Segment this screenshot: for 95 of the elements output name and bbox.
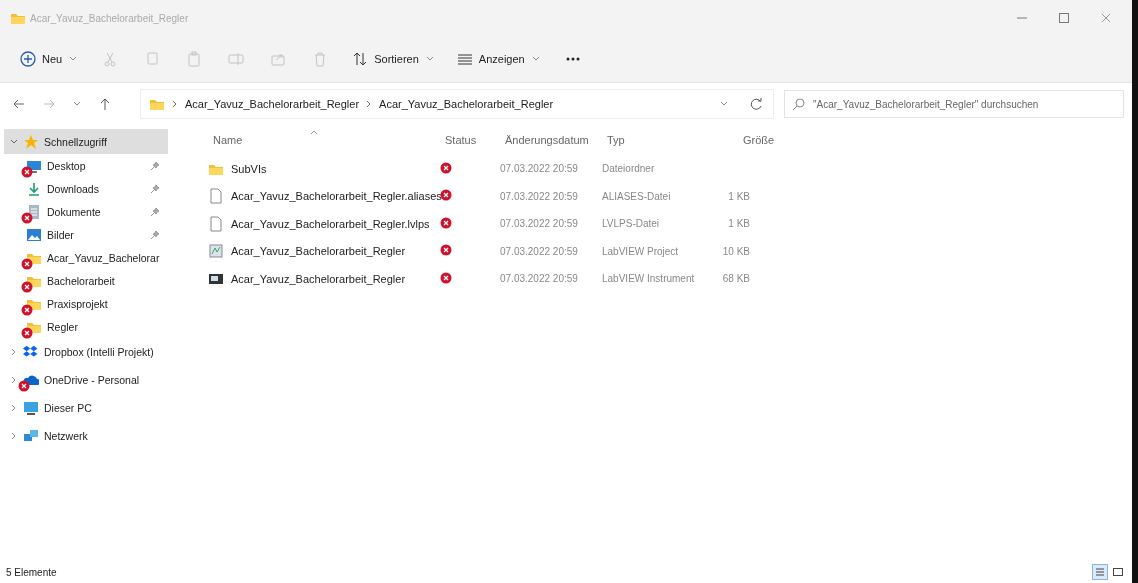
file-row[interactable]: Acar_Yavuz_Bachelorarbeit_Regler.lvlps 07.03.2022 20:59 LVLPS-Datei 1 KB [208, 210, 1132, 238]
picture-icon [26, 227, 42, 243]
error-icon [21, 258, 33, 270]
forward-icon[interactable] [42, 97, 56, 111]
file-type: LVLPS-Datei [602, 218, 661, 230]
sort-button[interactable]: Sortieren [344, 45, 443, 73]
file-name: Acar_Yavuz_Bachelorarbeit_Regler [231, 272, 406, 285]
refresh-icon[interactable] [749, 97, 763, 111]
pin-icon [150, 230, 160, 240]
search-icon [792, 97, 806, 111]
network-icon [23, 427, 39, 444]
error-icon [21, 166, 33, 178]
column-header[interactable]: Typ [607, 134, 707, 146]
sidebar-item[interactable]: Netzwerk [4, 423, 168, 448]
column-header[interactable]: Größe [707, 134, 791, 146]
download-icon [26, 181, 42, 197]
sidebar-item[interactable]: Downloads [4, 178, 168, 200]
item-count: 5 Elemente [6, 566, 57, 578]
collapse-chevron-icon [10, 431, 18, 440]
modified-date: 07.03.2022 20:59 [500, 163, 579, 175]
error-icon [21, 327, 33, 339]
pin-icon [150, 184, 160, 194]
file-name: Acar_Yavuz_Bachelorarbeit_Regler [231, 245, 406, 258]
file-type: ALIASES-Datei [602, 190, 672, 202]
sort-icon [352, 51, 369, 67]
sidebar-item[interactable]: Bilder [4, 224, 168, 246]
rename-icon [228, 51, 245, 67]
star-icon [23, 133, 39, 150]
modified-date: 07.03.2022 20:59 [500, 218, 579, 230]
error-icon [21, 212, 33, 224]
file-name: Acar_Yavuz_Bachelorarbeit_Regler.lvlps [231, 217, 430, 230]
collapse-chevron-icon [10, 375, 18, 384]
copy-icon [144, 51, 161, 67]
list-icon [1094, 566, 1106, 578]
file-size: 1 KB [728, 190, 750, 202]
search-field[interactable]: "Acar_Yavuz_Bachelorarbeit_Regler" durchsuchen [784, 90, 1124, 118]
tile-icon [1112, 566, 1124, 578]
up-icon[interactable] [98, 97, 112, 111]
file-row[interactable]: SubVIs 07.03.2022 20:59 Dateiordner [208, 155, 1132, 183]
sidebar-item[interactable]: Desktop [4, 155, 168, 177]
file-row[interactable]: Acar_Yavuz_Bachelorarbeit_Regler 07.03.2022 20:59 LabVIEW Project 10 KB [208, 237, 1132, 265]
modified-date: 07.03.2022 20:59 [500, 273, 579, 285]
file-row[interactable]: Acar_Yavuz_Bachelorarbeit_Regler.aliases 07.03.2022 20:59 ALIASES-Datei 1 KB [208, 182, 1132, 210]
sidebar-item[interactable]: Dieser PC [4, 395, 168, 420]
file-name: Acar_Yavuz_Bachelorarbeit_Regler.aliases [231, 190, 442, 203]
column-header[interactable]: Status [445, 134, 505, 146]
chevron-icon [171, 99, 179, 109]
error-icon [21, 304, 33, 316]
monitor-icon [23, 399, 39, 416]
sidebar-item[interactable]: Praxisprojekt [4, 293, 168, 315]
sidebar-item[interactable]: Dropbox (Intelli Projekt) [4, 339, 168, 364]
pin-icon [150, 207, 160, 217]
file-size: 10 KB [722, 245, 750, 257]
pin-icon [150, 161, 160, 171]
view-button[interactable]: Anzeigen [448, 45, 549, 73]
breadcrumb[interactable]: Acar_Yavuz_Bachelorarbeit_Regler [185, 98, 360, 110]
error-icon [21, 281, 33, 293]
new-button[interactable]: Neu [12, 45, 87, 73]
file-type: LabVIEW Instrument [602, 273, 696, 285]
sidebar-item[interactable]: Regler [4, 316, 168, 338]
breadcrumb[interactable]: Acar_Yavuz_Bachelorarbeit_Regler [379, 98, 554, 110]
column-header[interactable]: Änderungsdatum [505, 134, 607, 146]
file-type: Dateiordner [602, 163, 656, 175]
file-type: LabVIEW Project [602, 245, 680, 257]
back-icon[interactable] [12, 97, 26, 111]
collapse-chevron-icon [10, 403, 18, 412]
sidebar-item[interactable]: OneDrive - Personal [4, 367, 168, 392]
scissors-icon [102, 51, 119, 67]
sidebar-item[interactable]: Bachelorarbeit [4, 270, 168, 292]
error-icon [18, 379, 30, 392]
plus-icon [20, 51, 36, 67]
sidebar-item[interactable]: Acar_Yavuz_Bachelorar [4, 247, 168, 269]
column-header[interactable]: Name [208, 134, 445, 146]
maximize-icon[interactable] [1058, 12, 1070, 24]
file-size: 1 KB [728, 218, 750, 230]
modified-date: 07.03.2022 20:59 [500, 245, 579, 257]
project-icon [208, 243, 224, 260]
expand-chevron-icon [10, 137, 18, 146]
dropbox-icon [23, 343, 39, 360]
file-name: SubVIs [231, 162, 267, 175]
modified-date: 07.03.2022 20:59 [500, 190, 579, 202]
close-icon[interactable] [1100, 12, 1112, 24]
file-row[interactable]: Acar_Yavuz_Bachelorarbeit_Regler 07.03.2022 20:59 LabVIEW Instrument 68 KB [208, 265, 1132, 293]
sidebar-item[interactable]: Schnellzugriff [4, 129, 168, 154]
desktop-icon [26, 158, 42, 174]
lines-icon [456, 51, 473, 67]
window-title: Acar_Yavuz_Bachelorarbeit_Regler [30, 12, 189, 24]
file-icon [208, 188, 224, 205]
path-field[interactable]: Acar_Yavuz_Bachelorarbeit_Regler Acar_Yavuz_Bachelorarbeit_Regler [140, 89, 774, 119]
clipboard-icon [186, 51, 203, 67]
file-size: 68 KB [722, 273, 750, 285]
sidebar-item[interactable]: Dokumente [4, 201, 168, 223]
collapse-chevron-icon [10, 347, 18, 356]
share-icon [270, 51, 287, 67]
file-icon [208, 215, 224, 232]
